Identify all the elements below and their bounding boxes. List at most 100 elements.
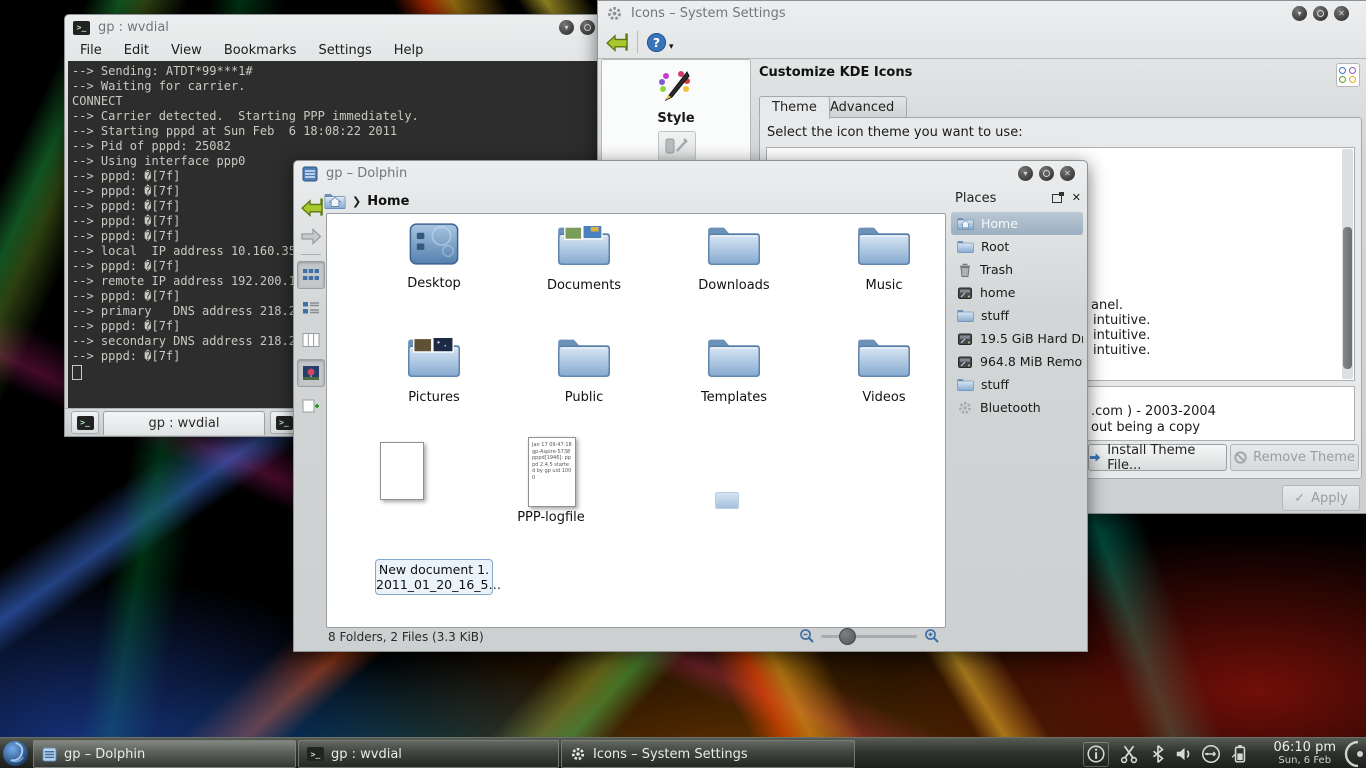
folder-label: Pictures (374, 390, 494, 405)
menu-view[interactable]: View (171, 43, 202, 58)
zoom-slider-handle[interactable] (839, 628, 856, 645)
minimize-button[interactable]: ▾ (1018, 166, 1033, 181)
breadcrumb: ❯ Home (324, 190, 409, 212)
close-button[interactable]: ✕ (1060, 166, 1075, 181)
preview-toggle-button[interactable] (297, 359, 325, 387)
bluetooth-icon[interactable] (1148, 744, 1168, 764)
settings-titlebar[interactable]: Icons – System Settings ▾ ✕ (598, 1, 1366, 26)
places-item-home-partition[interactable]: home (951, 281, 1083, 304)
places-item-harddrive[interactable]: 19.5 GiB Hard Drive (951, 327, 1083, 350)
launcher-icon[interactable] (2, 740, 29, 767)
split-view-button[interactable] (298, 393, 324, 419)
terminal-tab[interactable]: gp : wvdial (103, 411, 265, 435)
taskbar-task-wvdial[interactable]: >_ gp : wvdial (298, 740, 559, 768)
documents-folder-icon (557, 222, 611, 268)
preview-icon (302, 365, 320, 381)
places-item-home[interactable]: Home (951, 212, 1083, 235)
settings-window-title: Icons – System Settings (631, 6, 786, 21)
close-button[interactable]: ✕ (1334, 6, 1349, 21)
tab-advanced[interactable]: Advanced (817, 96, 907, 119)
help-button[interactable]: ? (646, 32, 667, 53)
back-button[interactable] (299, 195, 324, 219)
new-tab-button[interactable]: >_ (71, 411, 99, 434)
details-view-button[interactable] (298, 295, 324, 321)
hardware-settings-button[interactable] (658, 131, 696, 161)
icons-view-button[interactable] (297, 261, 325, 289)
maximize-button[interactable] (1313, 6, 1328, 21)
apply-label: Apply (1311, 491, 1348, 506)
zoom-out-icon[interactable] (799, 628, 815, 644)
battery-icon[interactable] (1230, 744, 1250, 764)
file-item-newdoc-selected[interactable]: New document 1. 2011_01_20_16_5… (375, 559, 493, 595)
install-theme-button[interactable]: Install Theme File... (1088, 444, 1227, 471)
folder-item-public[interactable]: Public (524, 334, 644, 405)
menu-help[interactable]: Help (394, 43, 424, 58)
file-item-newdoc-icon[interactable] (380, 442, 424, 500)
folder-icon (857, 222, 911, 268)
clock[interactable]: 06:10 pm Sun, 6 Feb (1273, 740, 1336, 766)
scrollbar[interactable] (1342, 149, 1353, 379)
drag-ghost-thumbnail (715, 492, 739, 509)
panel-cashew-icon[interactable] (1344, 741, 1366, 767)
home-folder-icon[interactable] (324, 192, 346, 210)
terminal-titlebar[interactable]: >_ gp : wvdial ▾ (65, 15, 605, 40)
places-item-removable[interactable]: 964.8 MiB Remov… (951, 350, 1083, 373)
minimize-button[interactable]: ▾ (1292, 6, 1307, 21)
usb-device-notifier-icon[interactable] (1201, 744, 1221, 764)
apply-button[interactable]: ✓ Apply (1282, 485, 1360, 511)
tab-theme[interactable]: Theme (759, 96, 830, 119)
places-item-root[interactable]: Root (951, 235, 1083, 258)
forward-button[interactable] (299, 225, 323, 248)
columns-view-button[interactable] (298, 327, 324, 353)
folder-item-music[interactable]: Music (824, 222, 944, 293)
tools-icon (665, 137, 689, 155)
home-folder-icon (957, 216, 974, 231)
menu-bookmarks[interactable]: Bookmarks (224, 43, 297, 58)
remove-theme-button[interactable]: Remove Theme (1230, 444, 1359, 471)
file-name-line: New document 1. (376, 562, 492, 577)
places-item-stuff2[interactable]: stuff (951, 373, 1083, 396)
folder-item-templates[interactable]: Templates (674, 334, 794, 405)
dolphin-titlebar[interactable]: gp – Dolphin ▾ ✕ (294, 161, 1087, 186)
menu-edit[interactable]: Edit (124, 43, 149, 58)
scrollbar-thumb[interactable] (1343, 227, 1352, 369)
volume-icon[interactable] (1174, 744, 1194, 764)
places-item-bluetooth[interactable]: Bluetooth (951, 396, 1083, 419)
zoom-in-icon[interactable] (924, 628, 940, 644)
back-button[interactable] (604, 30, 629, 54)
folder-item-downloads[interactable]: Downloads (674, 222, 794, 293)
folder-item-documents[interactable]: Documents (524, 222, 644, 293)
folder-item-pictures[interactable]: Pictures (374, 334, 494, 405)
minimize-button[interactable]: ▾ (559, 20, 574, 35)
notifications-icon[interactable] (1086, 744, 1106, 764)
float-panel-icon[interactable] (1052, 194, 1062, 203)
breadcrumb-home[interactable]: Home (367, 194, 409, 209)
terminal-line: --> Pid of pppd: 25082 (72, 139, 598, 154)
dolphin-window[interactable]: gp – Dolphin ▾ ✕ ❯ Home (293, 160, 1088, 652)
sidebar-item-style[interactable]: Style (602, 68, 750, 126)
maximize-button[interactable] (1039, 166, 1054, 181)
places-label: stuff (981, 308, 1009, 323)
klipper-scissors-icon[interactable] (1119, 744, 1139, 764)
taskbar-task-systemsettings[interactable]: Icons – System Settings (561, 740, 855, 768)
places-item-stuff[interactable]: stuff (951, 304, 1083, 327)
folder-item-videos[interactable]: Videos (824, 334, 944, 405)
task-label: gp : wvdial (331, 747, 402, 762)
details-view-icon (302, 300, 320, 316)
file-item-ppp-icon[interactable]: Jan 17 09:47:18 gp-Aspire-5738 pppd[1946… (528, 437, 576, 507)
zoom-slider-track[interactable] (821, 635, 917, 638)
file-item-ppp-label[interactable]: PPP-logfile (491, 510, 611, 525)
taskbar-task-dolphin[interactable]: gp – Dolphin (33, 740, 296, 768)
menu-settings[interactable]: Settings (318, 43, 371, 58)
clock-time: 06:10 pm (1273, 740, 1336, 755)
maximize-button[interactable] (580, 20, 595, 35)
folder-view[interactable]: Desktop Documents Downloads Music Pictur… (326, 213, 946, 628)
menu-file[interactable]: File (80, 43, 102, 58)
hard-drive-icon (957, 331, 973, 347)
dolphin-toolbar (297, 195, 325, 419)
places-item-trash[interactable]: Trash (951, 258, 1083, 281)
close-panel-icon[interactable]: ✕ (1072, 193, 1081, 203)
split-view-icon (302, 398, 320, 414)
file-name-line: 2011_01_20_16_5… (376, 577, 492, 592)
folder-item-desktop[interactable]: Desktop (374, 222, 494, 291)
